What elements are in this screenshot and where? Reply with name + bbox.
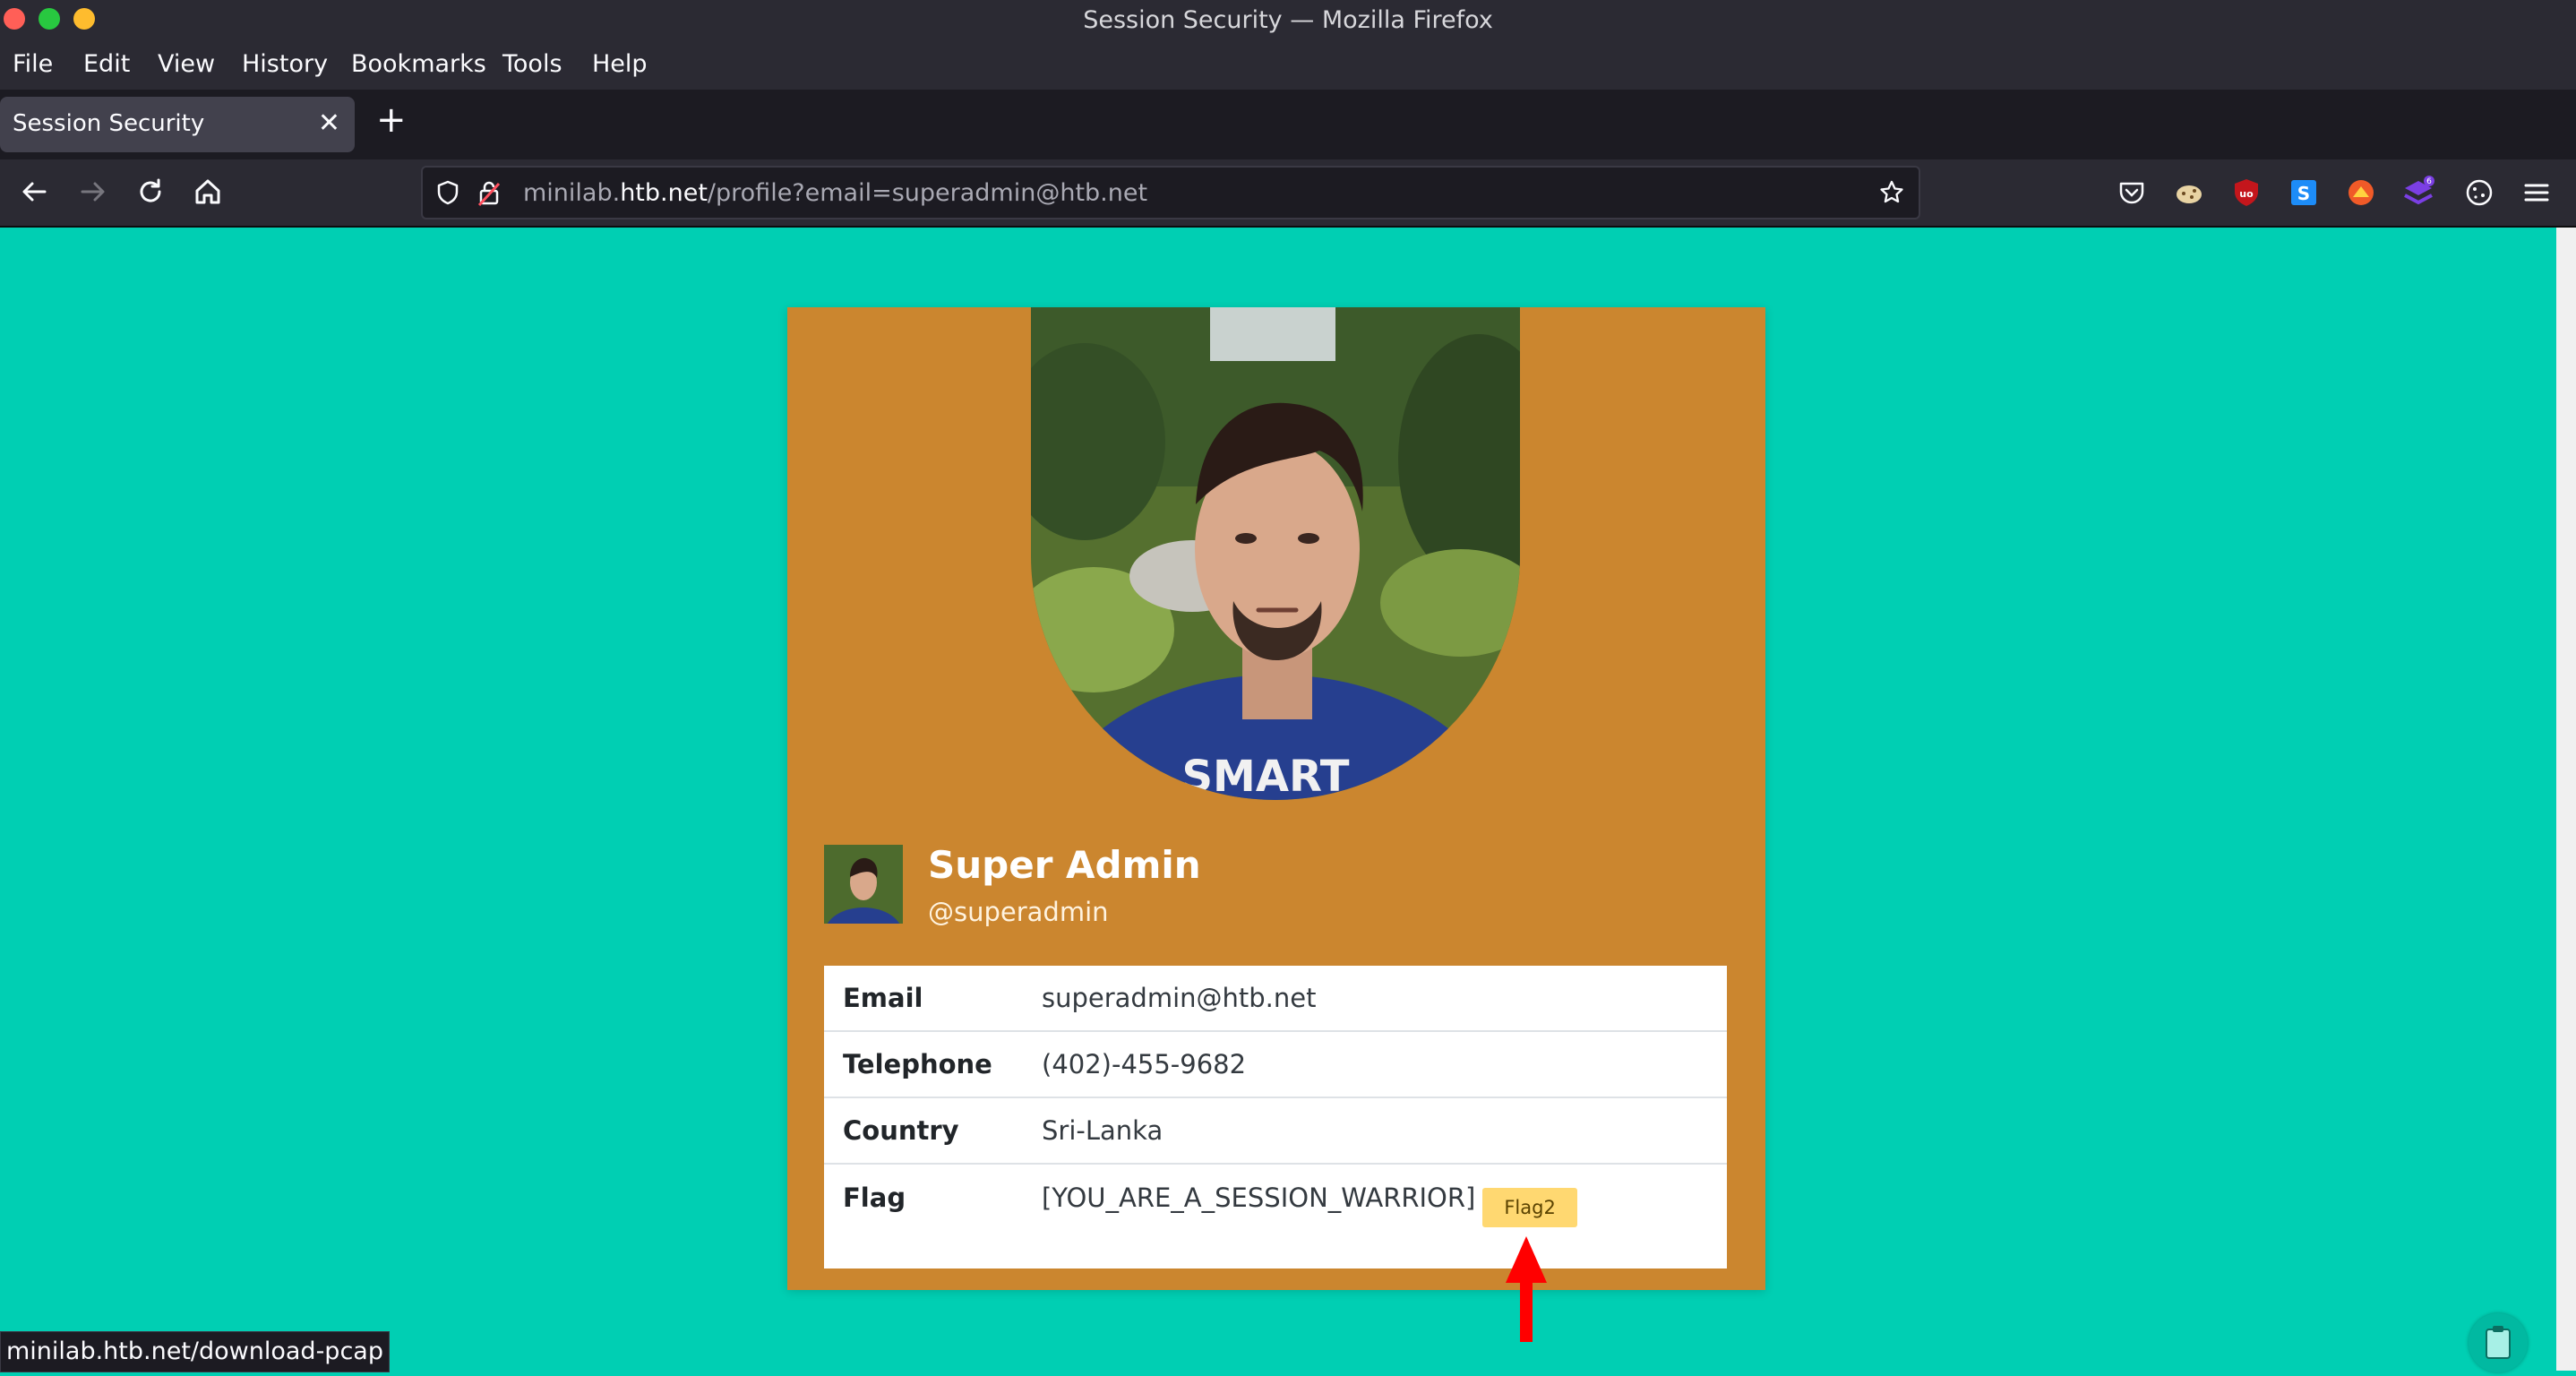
profile-name: Super Admin: [928, 843, 1201, 887]
flag2-button[interactable]: Flag2: [1482, 1188, 1577, 1227]
menu-view[interactable]: View: [158, 50, 215, 78]
forward-icon[interactable]: [75, 174, 111, 210]
url-path: /profile?email=superadmin@htb.net: [707, 179, 1148, 207]
menu-history[interactable]: History: [242, 50, 328, 78]
hamburger-menu-icon[interactable]: [2520, 176, 2554, 210]
country-value: Sri-Lanka: [1042, 1097, 1727, 1165]
email-label: Email: [824, 966, 1042, 1032]
window-title: Session Security — Mozilla Firefox: [1083, 6, 1493, 34]
profile-info-table: Email superadmin@htb.net Telephone (402)…: [824, 966, 1727, 1268]
foxyproxy-icon[interactable]: [2344, 176, 2378, 210]
profile-handle: @superadmin: [928, 897, 1109, 927]
avatar: [824, 845, 903, 924]
url-host-domain: htb.net: [620, 179, 708, 207]
status-hover-url: minilab.htb.net/download-pcap: [0, 1331, 390, 1372]
menu-tools[interactable]: Tools: [502, 50, 562, 78]
cookie-editor-extension-icon[interactable]: [2172, 176, 2206, 210]
menu-edit[interactable]: Edit: [83, 50, 130, 78]
profile-photo: SMART: [1031, 307, 1520, 800]
back-icon[interactable]: [16, 174, 52, 210]
tab-bar: Session Security ✕ +: [0, 90, 2576, 159]
menu-bar: File Edit View History Bookmarks Tools H…: [0, 39, 2576, 90]
url-text: minilab.htb.net/profile?email=superadmin…: [523, 179, 1147, 207]
vertical-scrollbar[interactable]: [2556, 228, 2576, 1371]
cookie-icon[interactable]: [2462, 176, 2496, 210]
red-arrow-annotation: [1506, 1236, 1547, 1342]
table-row: Flag [YOU_ARE_A_SESSION_WARRIOR] Flag2: [824, 1164, 1727, 1268]
svg-text:SMART: SMART: [1181, 752, 1349, 800]
flag-cell: [YOU_ARE_A_SESSION_WARRIOR] Flag2: [1042, 1164, 1727, 1268]
telephone-value: (402)-455-9682: [1042, 1031, 1727, 1098]
url-bar[interactable]: minilab.htb.net/profile?email=superadmin…: [421, 166, 1920, 219]
menu-bookmarks[interactable]: Bookmarks: [351, 50, 486, 78]
table-row: Country Sri-Lanka: [824, 1097, 1727, 1165]
menu-help[interactable]: Help: [592, 50, 648, 78]
menu-file[interactable]: File: [13, 50, 53, 78]
svg-text:uo: uo: [2239, 188, 2254, 200]
insecure-lock-icon[interactable]: [475, 178, 503, 207]
flag-value: [YOU_ARE_A_SESSION_WARRIOR]: [1042, 1182, 1476, 1213]
clipboard-button[interactable]: [2469, 1313, 2528, 1372]
close-tab-icon[interactable]: ✕: [318, 108, 340, 139]
s-extension-icon[interactable]: S: [2287, 176, 2321, 210]
home-icon[interactable]: [190, 174, 226, 210]
title-bar: Session Security — Mozilla Firefox: [0, 0, 2576, 39]
telephone-label: Telephone: [824, 1031, 1042, 1098]
tab-session-security[interactable]: Session Security ✕: [0, 97, 355, 152]
bookmark-star-icon[interactable]: [1877, 178, 1906, 207]
flag-label: Flag: [843, 1182, 906, 1213]
clipboard-icon: [2486, 1326, 2511, 1359]
tab-label: Session Security: [13, 110, 205, 137]
url-host-prefix: minilab.: [523, 179, 621, 207]
table-row: Telephone (402)-455-9682: [824, 1031, 1727, 1098]
ublock-origin-icon[interactable]: uo: [2229, 176, 2263, 210]
table-row: Email superadmin@htb.net: [824, 966, 1727, 1032]
country-label: Country: [824, 1097, 1042, 1165]
page-viewport: SMART Super Admin @superadmin Email supe…: [0, 228, 2576, 1371]
wappalyzer-icon[interactable]: 6: [2401, 176, 2435, 210]
svg-text:S: S: [2297, 183, 2310, 204]
navigation-bar: minilab.htb.net/profile?email=superadmin…: [0, 159, 2576, 228]
pocket-icon[interactable]: [2115, 176, 2149, 210]
shield-icon[interactable]: [434, 178, 462, 207]
new-tab-button[interactable]: +: [376, 102, 407, 138]
extension-badge: 6: [2426, 177, 2432, 186]
reload-icon[interactable]: [133, 174, 168, 210]
profile-card: SMART Super Admin @superadmin Email supe…: [787, 307, 1765, 1290]
email-value: superadmin@htb.net: [1042, 966, 1727, 1032]
